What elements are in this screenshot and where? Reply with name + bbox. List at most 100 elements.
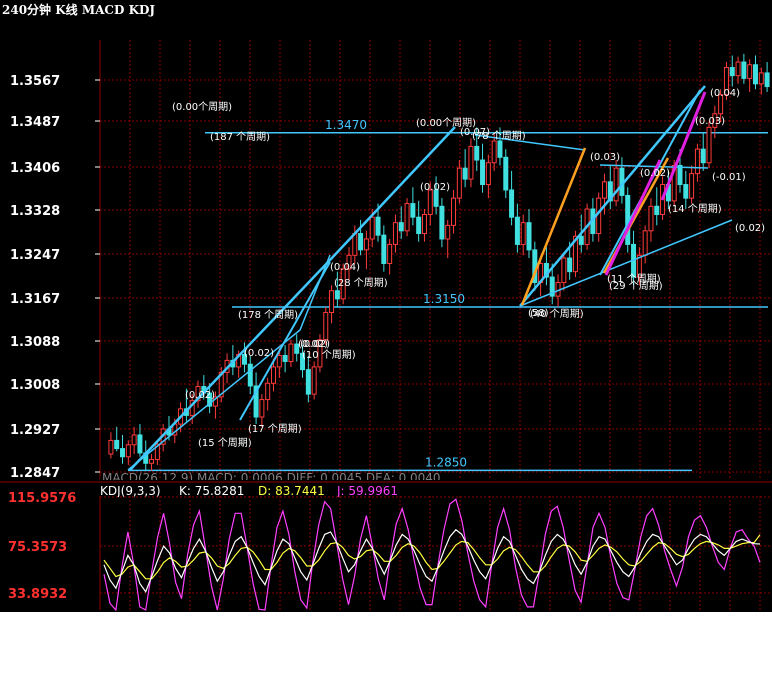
candle-body [561,257,567,284]
candle-body [125,444,131,458]
candle-body [694,148,700,175]
chart-annotation: (-0.01) [712,172,746,183]
candle-body [468,145,474,180]
y-tick-label: 1.3487 [10,115,60,130]
chart-annotation: (0.03) [590,152,620,163]
candle-body [416,216,422,235]
chart-annotation: (40 个周期) [530,308,584,320]
candle-body [329,290,335,313]
candle-body [758,72,764,85]
y-tick-label: 1.3328 [10,204,60,219]
candle-body [387,243,393,264]
candle-body [363,238,369,251]
chart-annotation: (187 个周期) [210,131,270,143]
candle-body [474,145,480,161]
chart-window: 1.3567 1.3487 1.3406 1.3328 1.3247 1.3167 1.30… [0,0,772,684]
candle-body [334,290,340,300]
chart-annotation: (17 个周期) [248,423,302,435]
candle-body [375,216,381,236]
chart-annotation: (0.02) [640,168,670,179]
candle-body [259,399,265,418]
candle-body [462,167,468,180]
y-tick-label: 1.3406 [10,161,60,176]
candle-body [323,311,329,341]
candle-body [282,354,288,362]
chart-background [0,0,772,612]
y-tick-label: 1.3167 [10,292,60,307]
chart-annotation: (0.00个周期) [172,101,232,113]
chart-annotation: (178 个周期) [238,309,298,321]
candle-body [410,203,416,218]
chart-annotation: (0.04) [330,262,360,273]
candle-body [654,205,660,215]
chart-title: 240分钟 K线 MACD KDJ [2,3,156,17]
chart-annotation: (29 个周期) [609,280,663,292]
kdj-legend-j: J: 59.9961 [336,484,398,498]
kdj-y-tick-label: 33.8932 [8,587,67,602]
candle-body [305,369,311,395]
level-label: 1.3470 [325,118,367,132]
chart-annotation: (0.02) [420,182,450,193]
candle-body [247,363,253,387]
candle-body [706,126,712,164]
candle-body [578,235,584,245]
candle-body [683,184,689,199]
candle-body [137,434,143,454]
chart-annotation: (14 个周期) [668,203,722,215]
candle-body [404,203,410,232]
kdj-legend-k: K: 75.8281 [179,484,244,498]
candle-body [480,159,486,186]
candle-body [369,216,375,240]
y-tick-label: 1.3008 [10,378,60,393]
candle-body [677,164,683,186]
chart-annotation: (15 个周期) [198,437,252,449]
candle-body [514,216,520,245]
candle-body [503,156,509,191]
candle-body [526,222,532,251]
candle-body [729,66,735,77]
y-tick-label: 1.3247 [10,248,60,263]
candle-body [491,140,497,164]
candle-body [752,64,758,85]
candle-body [358,233,364,251]
chart-annotation: (0.02) [185,390,215,401]
candle-body [456,167,462,199]
candle-body [689,173,695,199]
candle-body [520,222,526,245]
candle-body [642,230,648,256]
chart-annotation: (0.04) [710,88,740,99]
chart-canvas: 1.3567 1.3487 1.3406 1.3328 1.3247 1.3167 1.30… [0,0,772,612]
level-label: 1.2850 [425,455,467,469]
candle-body [149,458,155,464]
candle-body [497,140,503,158]
y-tick-label: 1.3088 [10,335,60,350]
chart-annotation: (28 个周期) [334,277,388,289]
candle-body [421,213,427,235]
chart-annotation: (10 个周期) [302,349,356,361]
level-label: 1.3150 [423,292,465,306]
candle-body [764,72,770,88]
candle-body [613,167,619,202]
chart-annotation: (0.03) [695,116,725,127]
y-tick-label: 1.2847 [10,466,60,481]
candle-body [120,448,126,458]
chart-annotation: (0.02) [244,348,274,359]
candle-body [741,61,747,79]
kdj-y-tick-label: 115.9576 [8,491,76,506]
candle-body [439,205,445,240]
candle-body [392,222,398,245]
candle-body [131,434,137,446]
candle-body [567,257,573,273]
candle-body [747,64,753,79]
candle-body [398,222,404,232]
candle-body [265,382,271,401]
candle-body [485,162,491,186]
candle-body [735,61,741,77]
candle-body [276,354,282,368]
candle-body [445,224,451,240]
candle-body [288,343,294,362]
candle-body [381,234,387,264]
candle-body [451,197,457,226]
candle-body [648,205,654,232]
candle-body [114,439,120,450]
